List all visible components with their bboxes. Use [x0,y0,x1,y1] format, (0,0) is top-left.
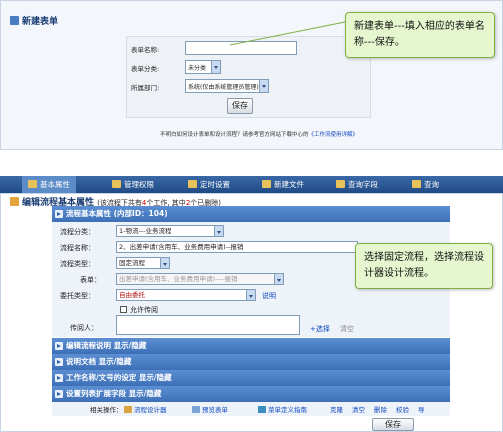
arrow-right-icon [55,210,63,218]
menu-icon [258,406,266,413]
cc-label: 传阅人： [70,324,98,332]
callout-fixed-flow: 选择固定流程，选择流程设计器设计流程。 [355,243,493,289]
chevron-down-icon [274,274,283,284]
cc-add-button[interactable]: +选择 [310,324,330,334]
form-category-row: 表单分类: 未分类 [127,58,372,76]
tab-basic-properties[interactable]: 基本属性 [22,176,76,193]
form-department-label: 所属部门: [131,84,160,92]
new-form-title: 新建表单 [10,14,58,27]
flow-name-label: 流程名称： [60,244,95,252]
arrow-right-icon [55,342,63,350]
help-link[interactable]: 《工作流使用详解》 [309,132,359,138]
form-name-row: 表单名称: [127,39,372,57]
form-select[interactable]: 出差申请(含用车、业务费用申请)----报销 [116,273,284,285]
arrow-right-icon [55,358,63,366]
form-name-input[interactable] [185,41,297,55]
flow-save-button[interactable]: 保存 [372,418,414,431]
flow-type-label: 流程类型： [60,260,95,268]
flow-type-select[interactable]: 固定流程 [116,257,170,269]
op-clear[interactable]: 清空 [352,404,365,414]
op-flow-designer[interactable]: 流程设计器 [124,404,167,414]
delegate-type-label: 委托类型： [60,292,95,300]
delegate-type-select[interactable]: 自由委托 [116,289,256,301]
op-menu-guide[interactable]: 菜单定义指南 [258,404,307,414]
save-button[interactable]: 保存 [227,98,253,114]
form-icon [10,16,19,25]
properties-icon [28,180,37,188]
preview-icon [192,406,200,413]
chevron-down-icon [211,61,220,73]
op-clone[interactable]: 克隆 [330,404,343,414]
tab-query[interactable]: 查询 [412,176,439,193]
op-export[interactable]: 导 [418,404,425,414]
tab-query-fields[interactable]: 查询字段 [336,176,378,193]
form-category-label: 表单分类: [131,65,160,73]
chevron-down-icon [246,290,255,300]
arrow-right-icon [55,374,63,382]
form-label: 表单： [80,276,101,284]
search-icon [336,180,345,188]
tab-permissions[interactable]: 管理权限 [112,176,154,193]
section-doc[interactable]: 说明文档 显示/隐藏 [52,354,450,370]
ops-label: 相关操作： [90,406,123,414]
form-category-select[interactable]: 未分类 [185,60,221,74]
file-icon [262,180,271,188]
tab-bar: 基本属性 管理权限 定时设置 新建文件 查询字段 查询 [0,176,503,193]
op-delete[interactable]: 删除 [374,404,387,414]
form-name-label: 表单名称: [131,46,160,54]
section-basic-properties[interactable]: 流程基本属性 (内部ID：104) [52,206,450,222]
callout-new-form: 新建表单---填入相应的表单名称---保存。 [345,12,495,58]
download-icon [124,406,132,413]
section-work-name[interactable]: 工作名称/文号的设定 显示/隐藏 [52,370,450,386]
checkbox-icon [120,306,127,313]
section-flow-description[interactable]: 编辑流程说明 显示/隐藏 [52,338,450,354]
search-icon [412,180,421,188]
category-select[interactable]: 1-物流---业务流程 [116,225,224,237]
cc-clear-button[interactable]: 清空 [340,324,354,334]
new-form-fields: 表单名称: 表单分类: 未分类 所属部门: 系统(仅由系统管理员管理) 保存 [126,36,371,118]
op-preview-form[interactable]: 预览表单 [192,404,228,414]
form-department-row: 所属部门: 系统(仅由系统管理员管理) [127,77,372,95]
allow-cc-checkbox[interactable]: 允许传阅 [120,305,158,315]
users-icon [112,180,121,188]
arrow-right-icon [55,390,63,398]
op-validate[interactable]: 校验 [396,404,409,414]
chevron-down-icon [214,226,223,236]
cc-textarea[interactable] [116,315,300,335]
tab-new-file[interactable]: 新建文件 [262,176,304,193]
related-operations: 相关操作： 流程设计器 预览表单 菜单定义指南 克隆 清空 删除 校验 导 [52,402,450,416]
help-text: 不明白如何设计表单和设计流程？请参考官方网站下载中心的《工作流使用详解》 [160,132,359,138]
delegate-help-link[interactable]: 说明 [262,291,276,301]
clock-icon [188,180,197,188]
section-list-fields[interactable]: 设置列表扩展字段 显示/隐藏 [52,386,450,402]
flow-name-input[interactable]: 2、出差申请(含用车、业务费用申请)--报销 [116,241,358,253]
chevron-down-icon [160,258,169,268]
tab-timer-settings[interactable]: 定时设置 [188,176,230,193]
edit-icon [10,197,19,206]
category-label: 流程分类： [60,228,95,236]
form-department-select[interactable]: 系统(仅由系统管理员管理) [185,79,269,93]
chevron-down-icon [259,80,268,92]
